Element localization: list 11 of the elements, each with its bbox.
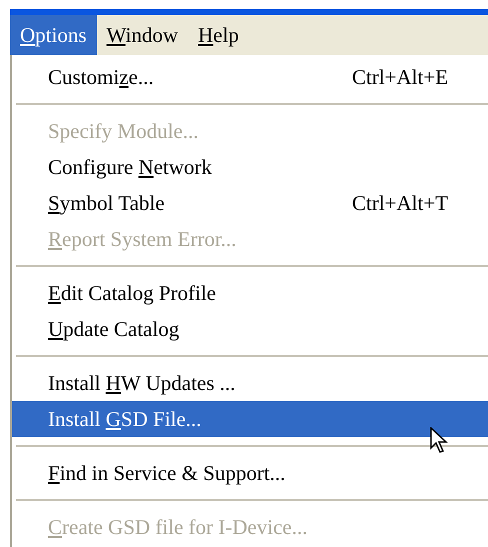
menu-bar-item[interactable]: Window (96, 15, 188, 55)
menu-item[interactable]: Customize... Ctrl+Alt+E (12, 59, 488, 95)
menu-item[interactable]: Update Catalog (12, 311, 488, 347)
menu-item[interactable]: Symbol Table Ctrl+Alt+T (12, 185, 488, 221)
menu-item[interactable]: Find in Service & Support... (12, 455, 488, 491)
menu-item[interactable]: Install GSD File... (12, 401, 488, 437)
menu-item[interactable]: Configure Network (12, 149, 488, 185)
menu-item[interactable]: Install HW Updates ... (12, 365, 488, 401)
menu-bar-item[interactable]: Options (10, 15, 97, 55)
menu-item[interactable]: Edit Catalog Profile (12, 275, 488, 311)
menu-bar-item[interactable]: Help (188, 15, 249, 55)
